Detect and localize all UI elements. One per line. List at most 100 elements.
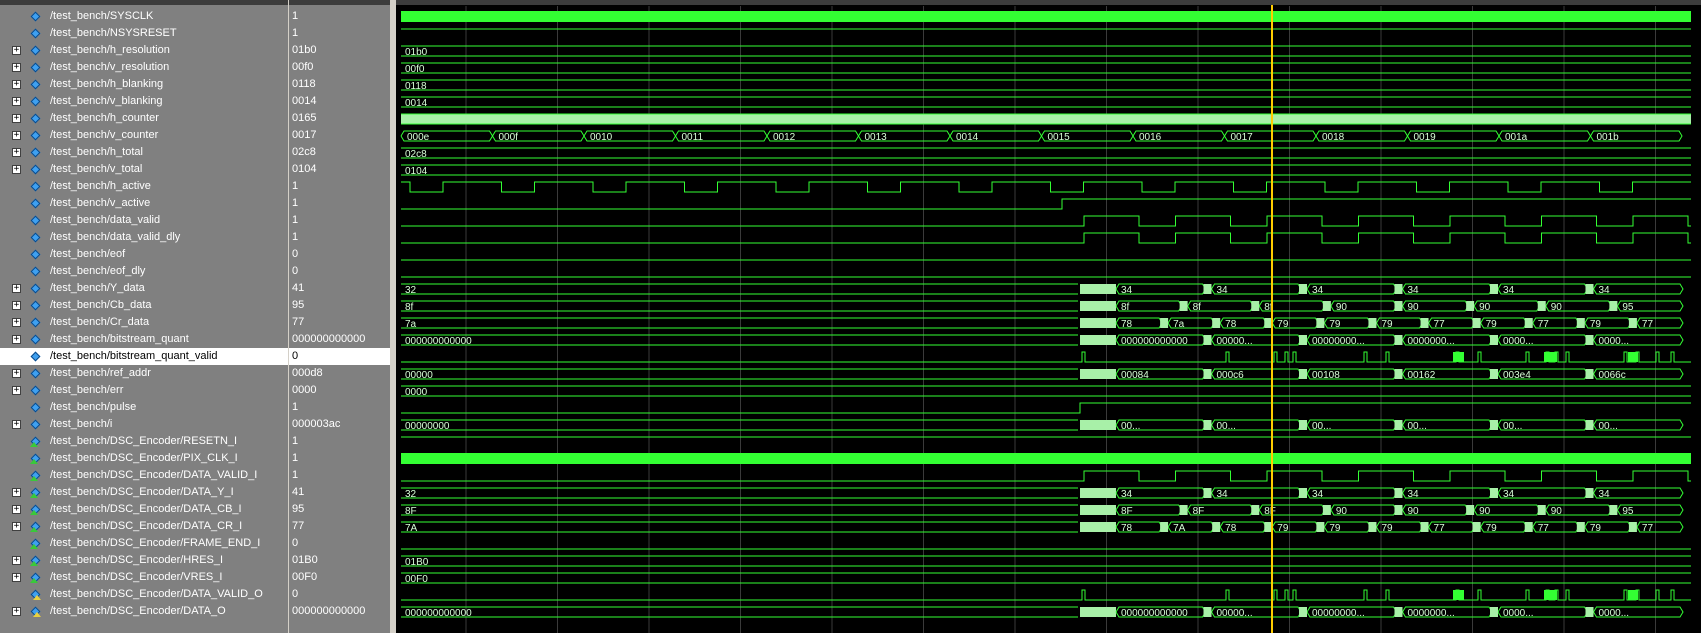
signal-value-test-bench-bitstream-quant[interactable]: 000000000000: [289, 331, 390, 348]
signal-row-test-bench-ref-addr[interactable]: + /test_bench/ref_addr: [0, 365, 289, 382]
signal-value-test-bench-sysclk[interactable]: 1: [289, 8, 390, 25]
signal-row-test-bench-v-blanking[interactable]: + /test_bench/v_blanking: [0, 93, 289, 110]
signal-value-test-bench-v-blanking[interactable]: 0014: [289, 93, 390, 110]
signal-value-test-bench-v-total[interactable]: 0104: [289, 161, 390, 178]
signal-row-test-bench-cb-data[interactable]: + /test_bench/Cb_data: [0, 297, 289, 314]
waveform-test-bench-v-blanking[interactable]: 0014: [401, 96, 1691, 109]
expand-icon[interactable]: +: [12, 386, 21, 395]
expand-icon[interactable]: +: [12, 318, 21, 327]
signal-value-test-bench-dsc-encoder-data-y-i[interactable]: 41: [289, 484, 390, 501]
expand-icon[interactable]: +: [12, 607, 21, 616]
signal-value-test-bench-h-resolution[interactable]: 01b0: [289, 42, 390, 59]
waveform-test-bench-dsc-encoder-data-valid-o[interactable]: [401, 589, 1691, 601]
expand-icon[interactable]: +: [12, 284, 21, 293]
waveform-test-bench-dsc-encoder-data-cb-i[interactable]: 8F 8F 8F 8F 90 90 90 90 95: [401, 504, 1684, 517]
waveform-test-bench-pulse[interactable]: [401, 402, 1691, 414]
waveform-test-bench-dsc-encoder-data-o[interactable]: 000000000000 000000000000 00000... 00000000…: [401, 606, 1684, 619]
expand-icon[interactable]: +: [12, 369, 21, 378]
signal-row-test-bench-dsc-encoder-hres-i[interactable]: + /test_bench/DSC_Encoder/HRES_I: [0, 552, 289, 569]
signal-value-test-bench-dsc-encoder-vres-i[interactable]: 00F0: [289, 569, 390, 586]
waveform-test-bench-v-counter[interactable]: 000e 000f 0010 0011 0012 0013 0014 0015 0016 0017…: [400, 130, 1683, 143]
waveform-test-bench-i[interactable]: 00000000 00... 00... 00... 00... 00... 00...: [401, 419, 1684, 432]
signal-row-test-bench-v-resolution[interactable]: + /test_bench/v_resolution: [0, 59, 289, 76]
signal-value-test-bench-dsc-encoder-data-valid-o[interactable]: 0: [289, 586, 390, 603]
signal-value-test-bench-eof-dly[interactable]: 0: [289, 263, 390, 280]
signal-row-test-bench-v-counter[interactable]: + /test_bench/v_counter: [0, 127, 289, 144]
waveform-test-bench-cr-data[interactable]: 7a 78 7a 78 79 79 79 77 79 77 79 77: [401, 317, 1684, 330]
signal-row-test-bench-sysclk[interactable]: /test_bench/SYSCLK: [0, 8, 289, 25]
signal-values-pane[interactable]: 1 1 01b0 00f0 0118 0014 0165 0017 02c8 0104 1 1 1 1 0 0…: [289, 0, 390, 633]
signal-row-test-bench-v-active[interactable]: /test_bench/v_active: [0, 195, 289, 212]
waveform-test-bench-h-blanking[interactable]: 0118: [401, 79, 1691, 92]
signal-row-test-bench-dsc-encoder-data-valid-i[interactable]: /test_bench/DSC_Encoder/DATA_VALID_I: [0, 467, 289, 484]
signal-value-test-bench-h-active[interactable]: 1: [289, 178, 390, 195]
signal-value-test-bench-dsc-encoder-frame-end-i[interactable]: 0: [289, 535, 390, 552]
signal-value-test-bench-dsc-encoder-data-cb-i[interactable]: 95: [289, 501, 390, 518]
waveform-test-bench-data-valid[interactable]: [401, 215, 1691, 227]
waveform-test-bench-v-resolution[interactable]: 00f0: [401, 62, 1691, 75]
waveform-test-bench-dsc-encoder-hres-i[interactable]: 01B0: [401, 555, 1691, 568]
signal-row-test-bench-nsysreset[interactable]: /test_bench/NSYSRESET: [0, 25, 289, 42]
signal-row-test-bench-eof-dly[interactable]: /test_bench/eof_dly: [0, 263, 289, 280]
signal-row-test-bench-dsc-encoder-data-o[interactable]: + /test_bench/DSC_Encoder/DATA_O: [0, 603, 289, 620]
signal-row-test-bench-err[interactable]: + /test_bench/err: [0, 382, 289, 399]
waveform-test-bench-h-counter[interactable]: [401, 113, 1691, 125]
expand-icon[interactable]: +: [12, 505, 21, 514]
expand-icon[interactable]: +: [12, 301, 21, 310]
signal-value-test-bench-v-counter[interactable]: 0017: [289, 127, 390, 144]
signal-value-test-bench-data-valid[interactable]: 1: [289, 212, 390, 229]
signal-value-test-bench-h-counter[interactable]: 0165: [289, 110, 390, 127]
waveform-test-bench-ref-addr[interactable]: 00000 00084 000c6 00108 00162 003e4 0066c: [401, 368, 1684, 381]
signal-row-test-bench-h-active[interactable]: /test_bench/h_active: [0, 178, 289, 195]
signal-row-test-bench-y-data[interactable]: + /test_bench/Y_data: [0, 280, 289, 297]
signal-value-test-bench-cb-data[interactable]: 95: [289, 297, 390, 314]
signal-row-test-bench-dsc-encoder-data-cb-i[interactable]: + /test_bench/DSC_Encoder/DATA_CB_I: [0, 501, 289, 518]
waveform-test-bench-dsc-encoder-data-cr-i[interactable]: 7A 78 7A 78 79 79 79 77 79 77 79 77: [401, 521, 1684, 534]
expand-icon[interactable]: +: [12, 46, 21, 55]
signal-value-test-bench-y-data[interactable]: 41: [289, 280, 390, 297]
signal-row-test-bench-h-resolution[interactable]: + /test_bench/h_resolution: [0, 42, 289, 59]
expand-icon[interactable]: +: [12, 148, 21, 157]
expand-icon[interactable]: +: [12, 131, 21, 140]
expand-icon[interactable]: +: [12, 63, 21, 72]
signal-row-test-bench-bitstream-quant-valid[interactable]: /test_bench/bitstream_quant_valid: [0, 348, 289, 365]
signal-row-test-bench-dsc-encoder-data-cr-i[interactable]: + /test_bench/DSC_Encoder/DATA_CR_I: [0, 518, 289, 535]
waveform-test-bench-h-resolution[interactable]: 01b0: [401, 45, 1691, 58]
waveform-test-bench-y-data[interactable]: 32 34 34 34 34 34 34: [401, 283, 1684, 296]
signal-names-pane[interactable]: /test_bench/SYSCLK/test_bench/NSYSRESET +…: [0, 0, 289, 633]
expand-icon[interactable]: +: [12, 165, 21, 174]
signal-value-test-bench-dsc-encoder-data-cr-i[interactable]: 77: [289, 518, 390, 535]
waveform-test-bench-bitstream-quant-valid[interactable]: [401, 351, 1691, 363]
signal-row-test-bench-i[interactable]: + /test_bench/i: [0, 416, 289, 433]
waveform-test-bench-bitstream-quant[interactable]: 000000000000 000000000000 00000... 00000000…: [401, 334, 1684, 347]
waveform-test-bench-v-total[interactable]: 0104: [401, 164, 1691, 177]
waveform-test-bench-v-active[interactable]: [401, 198, 1691, 210]
expand-icon[interactable]: +: [12, 114, 21, 123]
signal-row-test-bench-dsc-encoder-frame-end-i[interactable]: /test_bench/DSC_Encoder/FRAME_END_I: [0, 535, 289, 552]
signal-value-test-bench-v-active[interactable]: 1: [289, 195, 390, 212]
expand-icon[interactable]: +: [12, 420, 21, 429]
signal-row-test-bench-pulse[interactable]: /test_bench/pulse: [0, 399, 289, 416]
waveform-test-bench-h-active[interactable]: [401, 181, 1691, 193]
signal-value-test-bench-i[interactable]: 000003ac: [289, 416, 390, 433]
waveform-test-bench-h-total[interactable]: 02c8: [401, 147, 1691, 160]
expand-icon[interactable]: +: [12, 488, 21, 497]
expand-icon[interactable]: +: [12, 97, 21, 106]
waveform-test-bench-dsc-encoder-pix-clk-i[interactable]: [401, 453, 1691, 464]
signal-value-test-bench-nsysreset[interactable]: 1: [289, 25, 390, 42]
signal-value-test-bench-bitstream-quant-valid[interactable]: 0: [289, 348, 390, 365]
signal-row-test-bench-dsc-encoder-pix-clk-i[interactable]: /test_bench/DSC_Encoder/PIX_CLK_I: [0, 450, 289, 467]
waveform-test-bench-sysclk[interactable]: [401, 11, 1691, 22]
waveform-pane[interactable]: 01b0 00f0 0118 0014 000e 000f 0010 0011 0012 0013…: [396, 0, 1701, 633]
signal-value-test-bench-ref-addr[interactable]: 000d8: [289, 365, 390, 382]
signal-value-test-bench-v-resolution[interactable]: 00f0: [289, 59, 390, 76]
signal-row-test-bench-dsc-encoder-vres-i[interactable]: + /test_bench/DSC_Encoder/VRES_I: [0, 569, 289, 586]
signal-value-test-bench-eof[interactable]: 0: [289, 246, 390, 263]
waveform-canvas[interactable]: 01b0 00f0 0118 0014 000e 000f 0010 0011 0012 0013…: [396, 0, 1701, 633]
signal-value-test-bench-pulse[interactable]: 1: [289, 399, 390, 416]
signal-row-test-bench-cr-data[interactable]: + /test_bench/Cr_data: [0, 314, 289, 331]
waveform-test-bench-data-valid-dly[interactable]: [401, 232, 1691, 244]
signal-value-test-bench-h-total[interactable]: 02c8: [289, 144, 390, 161]
expand-icon[interactable]: +: [12, 335, 21, 344]
signal-row-test-bench-eof[interactable]: /test_bench/eof: [0, 246, 289, 263]
